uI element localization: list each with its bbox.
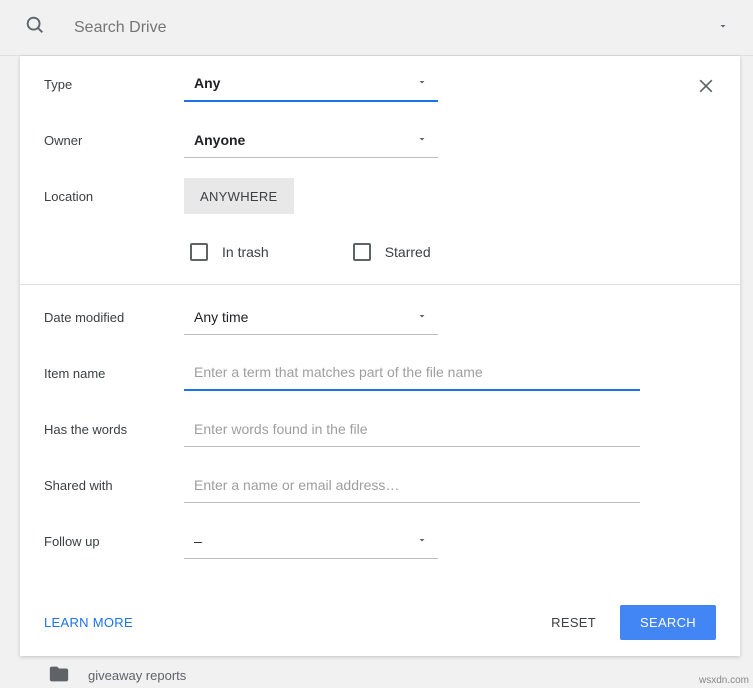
chevron-down-icon: [416, 533, 428, 549]
checkbox-icon: [353, 243, 371, 261]
chevron-down-icon: [416, 132, 428, 148]
date-modified-select[interactable]: Any time: [184, 299, 438, 335]
item-name-input[interactable]: [184, 355, 640, 391]
owner-value: Anyone: [194, 132, 245, 148]
checkbox-icon: [190, 243, 208, 261]
advanced-search-panel: Type Any Owner Anyone Location ANYWHERE: [20, 56, 740, 656]
owner-select[interactable]: Anyone: [184, 122, 438, 158]
follow-up-label: Follow up: [44, 534, 184, 549]
type-value: Any: [194, 75, 220, 91]
follow-up-value: –: [194, 533, 202, 549]
search-bar: [0, 0, 753, 56]
owner-label: Owner: [44, 133, 184, 148]
follow-up-select[interactable]: –: [184, 523, 438, 559]
folder-icon: [48, 663, 70, 688]
location-button[interactable]: ANYWHERE: [184, 178, 294, 214]
list-item-label: giveaway reports: [88, 668, 186, 683]
has-words-input[interactable]: [184, 411, 640, 447]
location-label: Location: [44, 189, 184, 204]
search-input[interactable]: [54, 19, 709, 37]
starred-label: Starred: [385, 244, 431, 260]
starred-checkbox[interactable]: Starred: [353, 243, 431, 261]
date-modified-label: Date modified: [44, 310, 184, 325]
list-item[interactable]: giveaway reports: [48, 663, 186, 688]
search-button[interactable]: SEARCH: [620, 605, 716, 640]
in-trash-label: In trash: [222, 244, 269, 260]
advanced-search-toggle[interactable]: [709, 11, 737, 45]
date-modified-value: Any time: [194, 309, 248, 325]
shared-with-input[interactable]: [184, 467, 640, 503]
chevron-down-icon: [416, 75, 428, 91]
in-trash-checkbox[interactable]: In trash: [190, 243, 269, 261]
panel-footer: LEARN MORE RESET SEARCH: [20, 589, 740, 656]
type-label: Type: [44, 77, 184, 92]
search-icon[interactable]: [16, 6, 54, 49]
type-select[interactable]: Any: [184, 66, 438, 102]
chevron-down-icon: [416, 309, 428, 325]
reset-button[interactable]: RESET: [535, 605, 612, 640]
item-name-label: Item name: [44, 366, 184, 381]
has-words-label: Has the words: [44, 422, 184, 437]
learn-more-link[interactable]: LEARN MORE: [44, 615, 133, 630]
close-icon[interactable]: [696, 76, 716, 101]
shared-with-label: Shared with: [44, 478, 184, 493]
divider: [20, 284, 740, 285]
watermark: wsxdn.com: [699, 675, 749, 686]
